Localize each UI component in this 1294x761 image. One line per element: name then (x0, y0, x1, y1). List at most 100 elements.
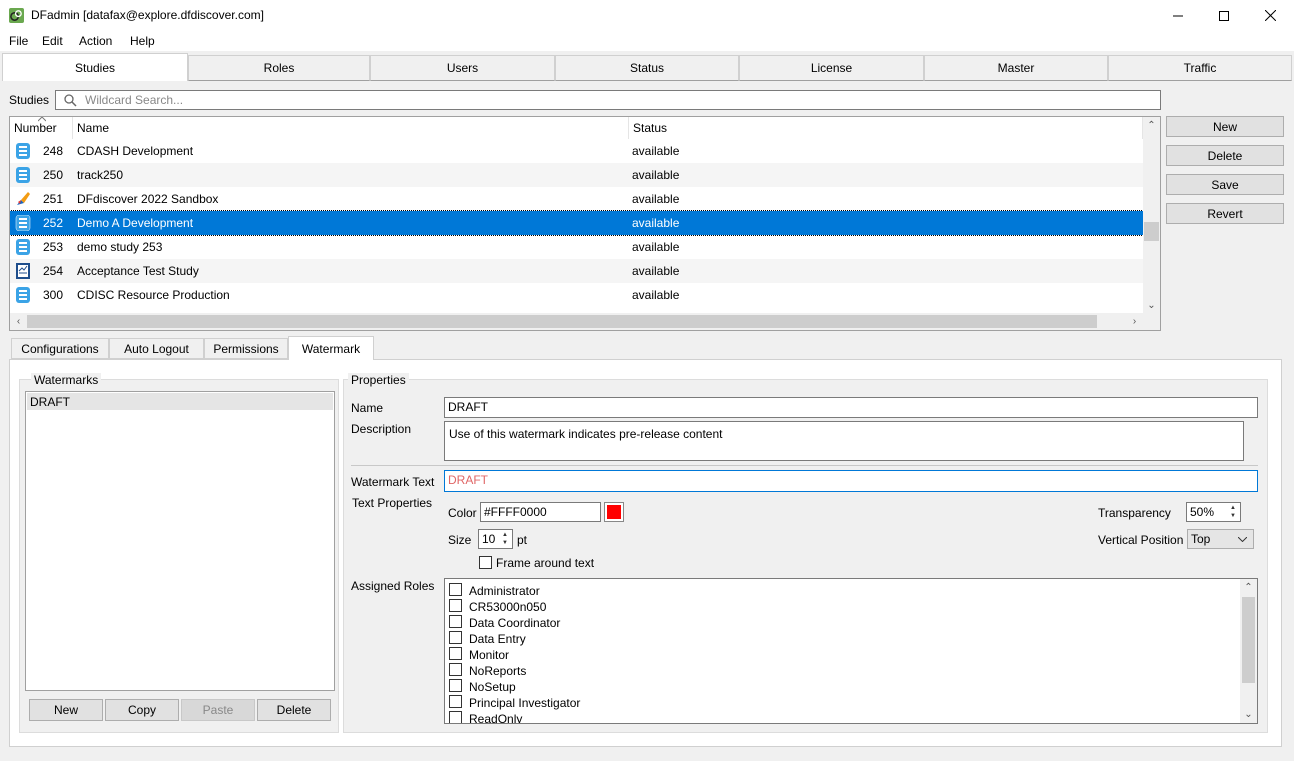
scroll-up-icon[interactable]: ⌃ (1143, 117, 1160, 134)
study-status: available (632, 144, 680, 158)
role-label: CR53000n050 (469, 600, 547, 614)
transparency-value: 50% (1190, 505, 1215, 519)
menu-edit[interactable]: Edit (42, 34, 63, 48)
vertical-position-select[interactable]: Top (1187, 529, 1254, 549)
tab-studies[interactable]: Studies (2, 53, 188, 81)
list-item[interactable]: DRAFT (27, 393, 333, 410)
copy-watermark-button[interactable]: Copy (105, 699, 179, 721)
color-label: Color (448, 506, 477, 520)
sort-ascending-icon (38, 117, 46, 122)
save-study-button[interactable]: Save (1166, 174, 1284, 195)
scroll-up-icon[interactable]: ⌃ (1240, 579, 1257, 596)
close-button[interactable] (1247, 0, 1293, 31)
role-label: Data Coordinator (469, 616, 561, 630)
window-title: DFadmin [datafax@explore.dfdiscover.com] (31, 8, 264, 22)
assigned-roles-list: Administrator CR53000n050 Data Coordinat… (444, 578, 1258, 724)
role-checkbox[interactable] (449, 695, 462, 708)
role-label: Monitor (469, 648, 510, 662)
study-name: Demo A Development (77, 216, 194, 230)
search-input[interactable] (83, 92, 1153, 108)
new-study-button[interactable]: New (1166, 116, 1284, 137)
role-checkbox[interactable] (449, 663, 462, 676)
title-bar: DFadmin [datafax@explore.dfdiscover.com] (0, 0, 1294, 31)
tab-master[interactable]: Master (924, 55, 1108, 81)
delete-watermark-button[interactable]: Delete (257, 699, 331, 721)
menu-action[interactable]: Action (79, 34, 112, 48)
role-label: Data Entry (469, 632, 526, 646)
search-icon (64, 94, 77, 107)
tab-status[interactable]: Status (555, 55, 739, 81)
role-checkbox[interactable] (449, 615, 462, 628)
spin-down-icon[interactable]: ▼ (1228, 512, 1238, 520)
horizontal-scrollbar[interactable]: ‹ › (10, 313, 1160, 330)
study-status: available (632, 264, 680, 278)
spin-down-icon[interactable]: ▼ (500, 539, 510, 547)
maximize-button[interactable] (1201, 0, 1247, 31)
tab-permissions[interactable]: Permissions (204, 338, 288, 359)
new-watermark-button[interactable]: New (29, 699, 103, 721)
color-field[interactable]: #FFFF0000 (480, 502, 601, 522)
revert-study-button[interactable]: Revert (1166, 203, 1284, 224)
tab-auto-logout[interactable]: Auto Logout (109, 338, 204, 359)
tab-watermark[interactable]: Watermark (288, 336, 374, 360)
table-row[interactable]: 250 track250 available (10, 163, 1143, 187)
tab-configurations[interactable]: Configurations (11, 338, 109, 359)
role-checkbox[interactable] (449, 647, 462, 660)
study-number: 248 (43, 144, 64, 158)
menu-file[interactable]: File (9, 34, 28, 48)
scroll-thumb[interactable] (27, 315, 1097, 328)
transparency-spinbox[interactable]: 50% ▲ ▼ (1186, 502, 1241, 522)
role-checkbox[interactable] (449, 583, 462, 596)
scroll-down-icon[interactable]: ⌄ (1143, 297, 1160, 314)
spin-up-icon[interactable]: ▲ (1228, 504, 1238, 512)
studies-label: Studies (9, 93, 50, 107)
role-checkbox[interactable] (449, 711, 462, 723)
table-row-selected[interactable]: 252 Demo A Development available (10, 210, 1144, 236)
frame-around-text-checkbox[interactable] (479, 556, 492, 569)
tab-traffic[interactable]: Traffic (1108, 55, 1292, 81)
scroll-thumb[interactable] (1144, 222, 1159, 241)
scroll-right-icon[interactable]: › (1126, 313, 1143, 330)
spin-up-icon[interactable]: ▲ (500, 531, 510, 539)
role-label: Administrator (469, 584, 540, 598)
delete-study-button[interactable]: Delete (1166, 145, 1284, 166)
name-field[interactable]: DRAFT (444, 397, 1258, 418)
scroll-down-icon[interactable]: ⌄ (1240, 706, 1257, 723)
column-name-label: Name (77, 121, 110, 135)
watermarks-group-label: Watermarks (31, 373, 102, 387)
size-spinbox[interactable]: 10 ▲ ▼ (478, 529, 513, 549)
table-row[interactable]: 248 CDASH Development available (10, 139, 1143, 163)
tab-license[interactable]: License (739, 55, 924, 81)
tab-roles[interactable]: Roles (188, 55, 370, 81)
vertical-scrollbar[interactable]: ⌃ ⌄ (1143, 117, 1160, 314)
scroll-left-icon[interactable]: ‹ (10, 313, 27, 330)
study-name: demo study 253 (77, 240, 163, 254)
paste-watermark-button[interactable]: Paste (181, 699, 255, 721)
watermark-text-field[interactable]: DRAFT (444, 470, 1258, 492)
color-picker-button[interactable] (604, 502, 624, 522)
role-checkbox[interactable] (449, 679, 462, 692)
table-row[interactable]: 254 Acceptance Test Study available (10, 259, 1143, 283)
minimize-button[interactable] (1155, 0, 1201, 31)
description-field[interactable]: Use of this watermark indicates pre-rele… (444, 421, 1244, 461)
role-checkbox[interactable] (449, 599, 462, 612)
column-header-status[interactable]: Status (629, 117, 1143, 139)
size-label: Size (448, 533, 472, 547)
vertical-scrollbar[interactable]: ⌃ ⌄ (1240, 579, 1257, 723)
database-icon (16, 167, 30, 183)
main-tabs: Studies Roles Users Status License Maste… (2, 53, 1292, 81)
scroll-thumb[interactable] (1242, 597, 1255, 683)
column-header-number[interactable]: Number (10, 117, 73, 139)
study-status: available (632, 240, 680, 254)
table-row[interactable]: 300 CDISC Resource Production available (10, 283, 1143, 307)
table-row[interactable]: 251 DFdiscover 2022 Sandbox available (10, 187, 1143, 211)
document-icon (16, 263, 30, 279)
role-checkbox[interactable] (449, 631, 462, 644)
name-label: Name (351, 401, 384, 415)
tab-users[interactable]: Users (370, 55, 555, 81)
menu-help[interactable]: Help (130, 34, 155, 48)
table-row[interactable]: 253 demo study 253 available (10, 235, 1143, 259)
studies-table: Number Name Status 248 CDASH Development… (9, 116, 1161, 331)
column-header-name[interactable]: Name (73, 117, 629, 139)
role-label: Principal Investigator (469, 696, 581, 710)
